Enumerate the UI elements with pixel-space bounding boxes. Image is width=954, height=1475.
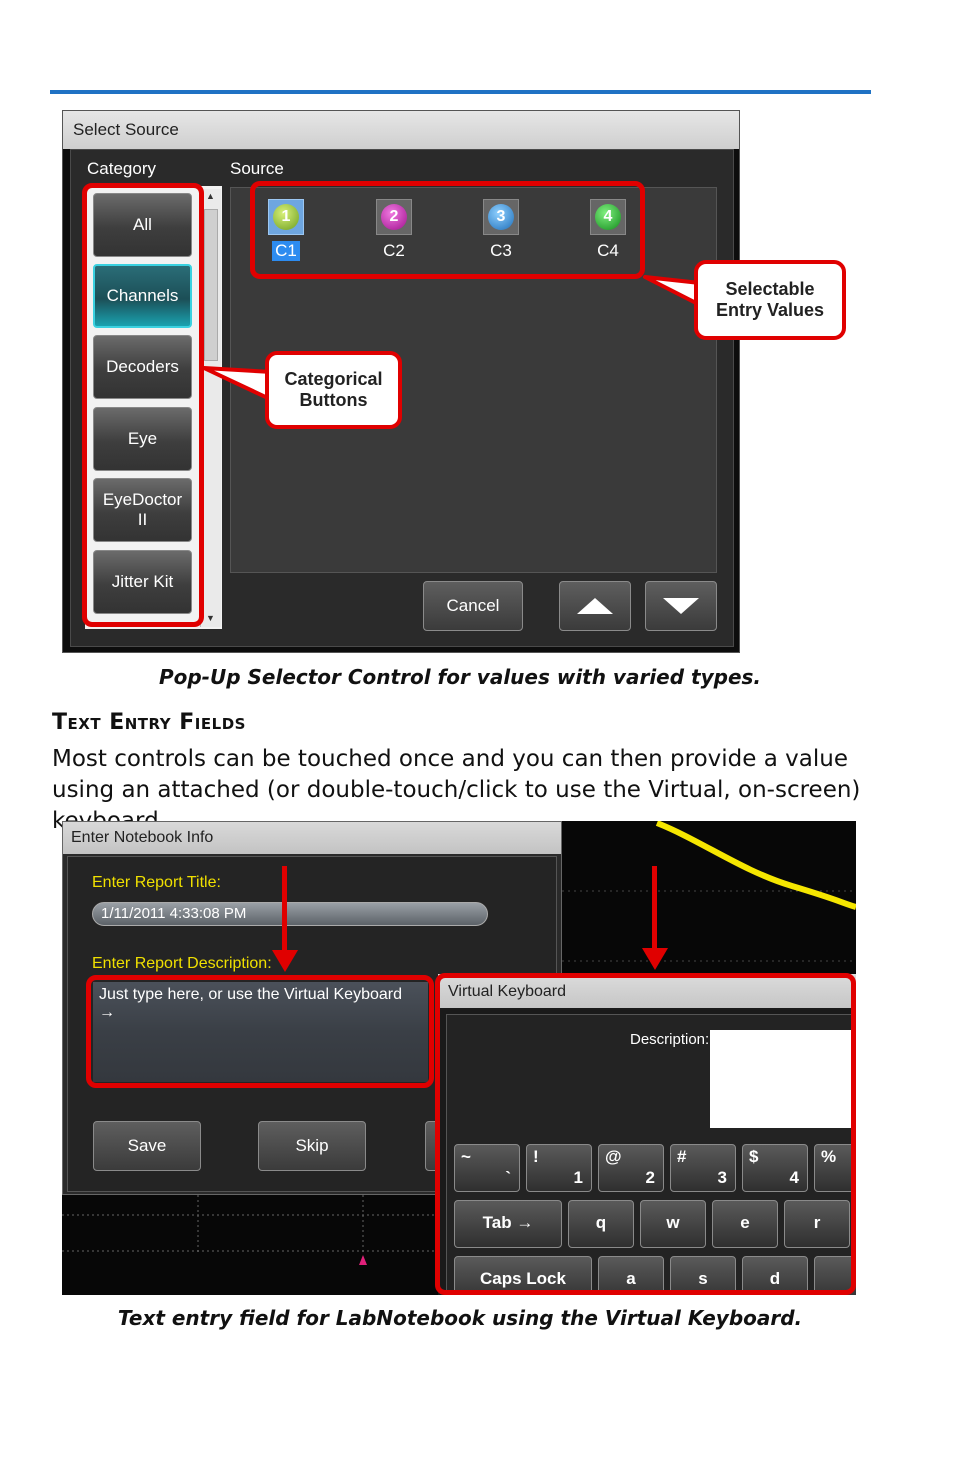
arrow-to-keyboard-head — [642, 948, 668, 970]
section-heading: Text Entry Fields — [52, 710, 246, 735]
scope-grid — [62, 1195, 442, 1265]
figure2-caption: Text entry field for LabNotebook using t… — [117, 1306, 803, 1330]
notebook-titlebar: Enter Notebook Info — [63, 822, 561, 854]
description-highlight — [86, 975, 434, 1088]
notebook-title: Enter Notebook Info — [71, 829, 214, 846]
virtual-keyboard-highlight — [435, 973, 856, 1295]
callout-pointers — [202, 275, 702, 402]
skip-button[interactable]: Skip — [258, 1121, 366, 1171]
callout-selectable-entry-values: Selectable Entry Values — [694, 260, 846, 340]
report-title-label: Enter Report Title: — [92, 874, 221, 891]
save-button[interactable]: Save — [93, 1121, 201, 1171]
arrow-to-keyboard — [652, 866, 657, 952]
arrow-to-description — [282, 866, 287, 954]
report-title-input[interactable]: 1/11/2011 4:33:08 PM — [92, 902, 488, 926]
callout-categorical-buttons: Categorical Buttons — [265, 351, 402, 429]
arrow-to-description-head — [272, 950, 298, 972]
figure1-caption: Pop-Up Selector Control for values with … — [158, 665, 762, 689]
report-description-label: Enter Report Description: — [92, 955, 272, 972]
